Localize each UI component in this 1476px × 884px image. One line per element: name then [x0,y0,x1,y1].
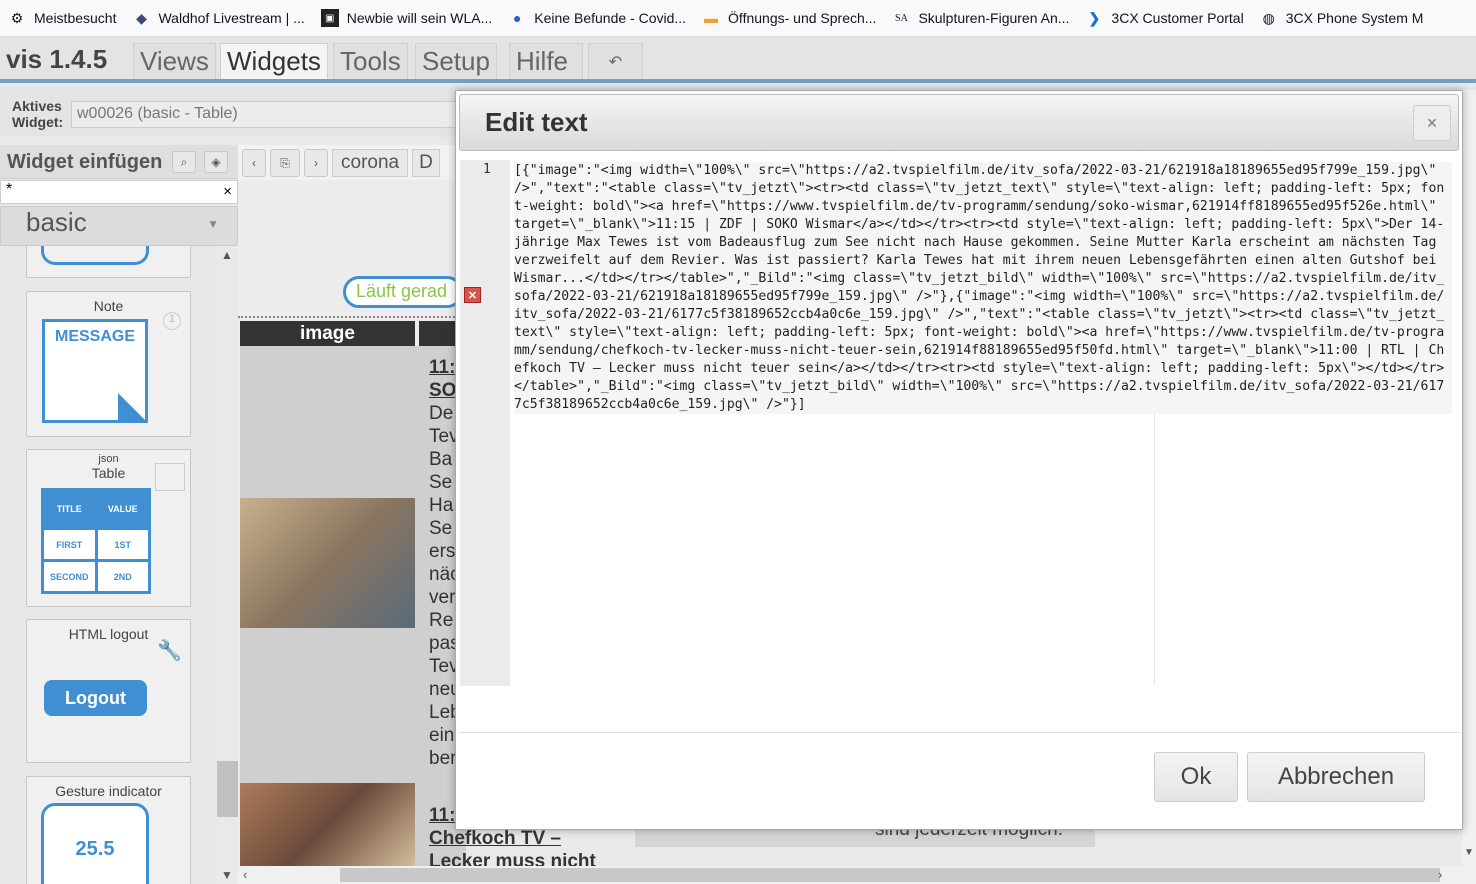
active-widget-field[interactable]: w00026 (basic - Table) [71,101,471,128]
next-view-button[interactable]: › [304,149,328,177]
prev-view-button[interactable]: ‹ [242,149,266,177]
bookmark-item[interactable]: ● Keine Befunde - Covid... [500,0,694,36]
globe-icon: ◍ [1262,9,1275,26]
error-icon[interactable]: ✕ [464,287,481,303]
palette-card-table[interactable]: json Table TITLE VALUE FIRST 1ST SECOND … [26,449,191,607]
logout-preview: Logout [44,680,147,716]
tab-views[interactable]: Views [133,43,216,79]
palette-card-partial[interactable] [26,246,191,278]
tab-tools[interactable]: Tools [333,43,408,79]
person-icon: ● [513,10,522,26]
widget-filter-input[interactable]: * × [0,180,238,204]
tab-widgets[interactable]: Widgets [220,43,328,79]
bookmark-item[interactable]: ⚙ Meistbesucht [0,0,124,36]
gear-icon: ⚙ [10,9,24,26]
bookmark-item[interactable]: ❯ 3CX Customer Portal [1077,0,1251,36]
tab-view-corona[interactable]: corona [332,149,409,177]
code-editor[interactable]: [{"image":"<img width=\"100%\" src=\"htt… [514,162,1452,414]
horizontal-scrollbar[interactable]: ‹ › [238,866,1476,884]
chevron-icon: ❯ [1088,9,1101,26]
scroll-down-icon[interactable]: ▼ [1464,847,1474,858]
sa-icon: SA [895,12,908,24]
bookmark-item[interactable]: ▣ Newbie will sein WLA... [313,0,501,36]
widget-set-select[interactable]: basic ▼ [0,206,238,246]
chevron-left-icon: ‹ [252,156,256,170]
scroll-right-icon[interactable]: › [1438,867,1442,882]
clipboard-icon: ⎘ [280,155,290,170]
status-widget[interactable]: Läuft gerad [343,276,463,308]
widget-preview [41,246,149,265]
tab-hilfe[interactable]: Hilfe [509,43,583,79]
vertical-scrollbar[interactable]: ▼ [1462,90,1476,884]
dialog-title: Edit text [485,107,588,137]
bookmark-item[interactable]: SA Skulpturen-Figuren An... [884,0,1077,36]
gesture-icon: 25.5 [41,803,149,884]
diamond-icon: ◆ [136,9,147,26]
widget-insert-title: Widget einfügen [7,151,163,173]
view-manage-button[interactable]: ⎘ [270,149,300,177]
bookmarks-bar: ⚙ Meistbesucht ◆ Waldhof Livestream | ... … [0,0,1476,37]
tag-icon: ◈ [211,155,221,169]
palette-scrollbar[interactable]: ▲ ▼ [217,246,238,884]
cancel-button[interactable]: Abbrechen [1247,752,1425,802]
wrench-icon: 🔧 [157,640,182,662]
search-button[interactable]: ⌕ [172,151,196,173]
info-icon[interactable]: 1 [163,312,181,330]
tab-setup[interactable]: Setup [415,43,497,79]
editor-gutter [460,160,510,686]
bookmark-item[interactable]: ◍ 3CX Phone System M [1252,0,1432,36]
table-icon: TITLE VALUE FIRST 1ST SECOND 2ND [41,488,151,594]
view-tabs-toolbar: ‹ ⎘ › corona D [242,149,462,177]
tab-view-next[interactable]: D [412,149,440,177]
active-widget-label: Aktives Widget: [12,98,64,130]
flag-icon: ▬ [704,10,719,26]
note-icon: MESSAGE [42,319,148,423]
widget-palette: Note MESSAGE 1 json Table TITLE VALUE FI… [0,246,217,884]
dialog-header [459,94,1459,151]
palette-card-html-logout[interactable]: HTML logout 🔧 Logout [26,619,191,763]
grid-icon [155,463,185,491]
table-header-image: image [240,321,415,346]
tv-icon: ▣ [320,9,339,27]
view-area: Läuft gerad image 11: SO De Tev Ba Se Ha Se er… [238,180,596,872]
scroll-thumb[interactable] [217,761,238,817]
chevron-down-icon: ▼ [207,217,219,231]
app-title: vis 1.4.5 [6,44,108,74]
selection-outline [238,316,466,318]
chevron-right-icon: › [314,156,318,170]
undo-icon: ↶ [608,53,623,71]
palette-card-gesture[interactable]: Gesture indicator 25.5 [26,776,191,884]
scroll-down-icon[interactable]: ▼ [221,868,233,882]
ok-button[interactable]: Ok [1154,752,1238,802]
dialog-footer-divider [459,732,1459,733]
bookmark-item[interactable]: ◆ Waldhof Livestream | ... [124,0,312,36]
scroll-thumb[interactable] [340,868,1440,882]
scroll-left-icon[interactable]: ‹ [243,867,247,882]
tag-button[interactable]: ◈ [204,151,228,173]
clear-filter-icon[interactable]: × [223,183,232,200]
search-icon: ⌕ [180,154,188,169]
line-number: 1 [483,162,491,177]
close-icon: × [1426,112,1438,133]
close-button[interactable]: × [1413,105,1451,141]
bookmark-item[interactable]: ▬ Öffnungs- und Sprech... [694,0,884,36]
program-image [240,783,415,870]
palette-card-note[interactable]: Note MESSAGE 1 [26,291,191,437]
code-line: [{"image":"<img width=\"100%\" src=\"htt… [514,163,1445,412]
undo-button[interactable]: ↶ [588,43,643,79]
scroll-up-icon[interactable]: ▲ [221,248,233,262]
program-image [240,498,415,628]
